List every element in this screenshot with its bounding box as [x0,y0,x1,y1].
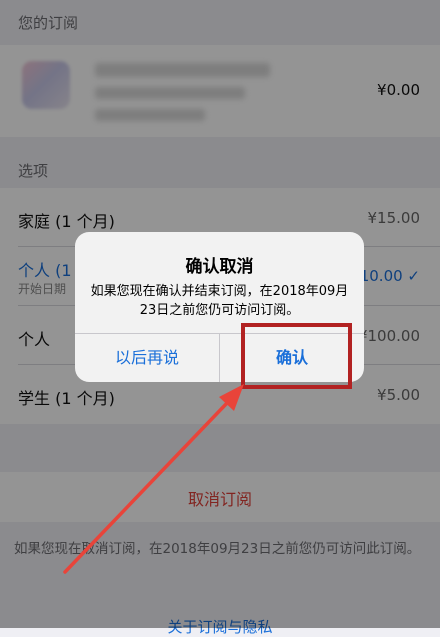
annotation-arrow-icon [63,384,244,574]
